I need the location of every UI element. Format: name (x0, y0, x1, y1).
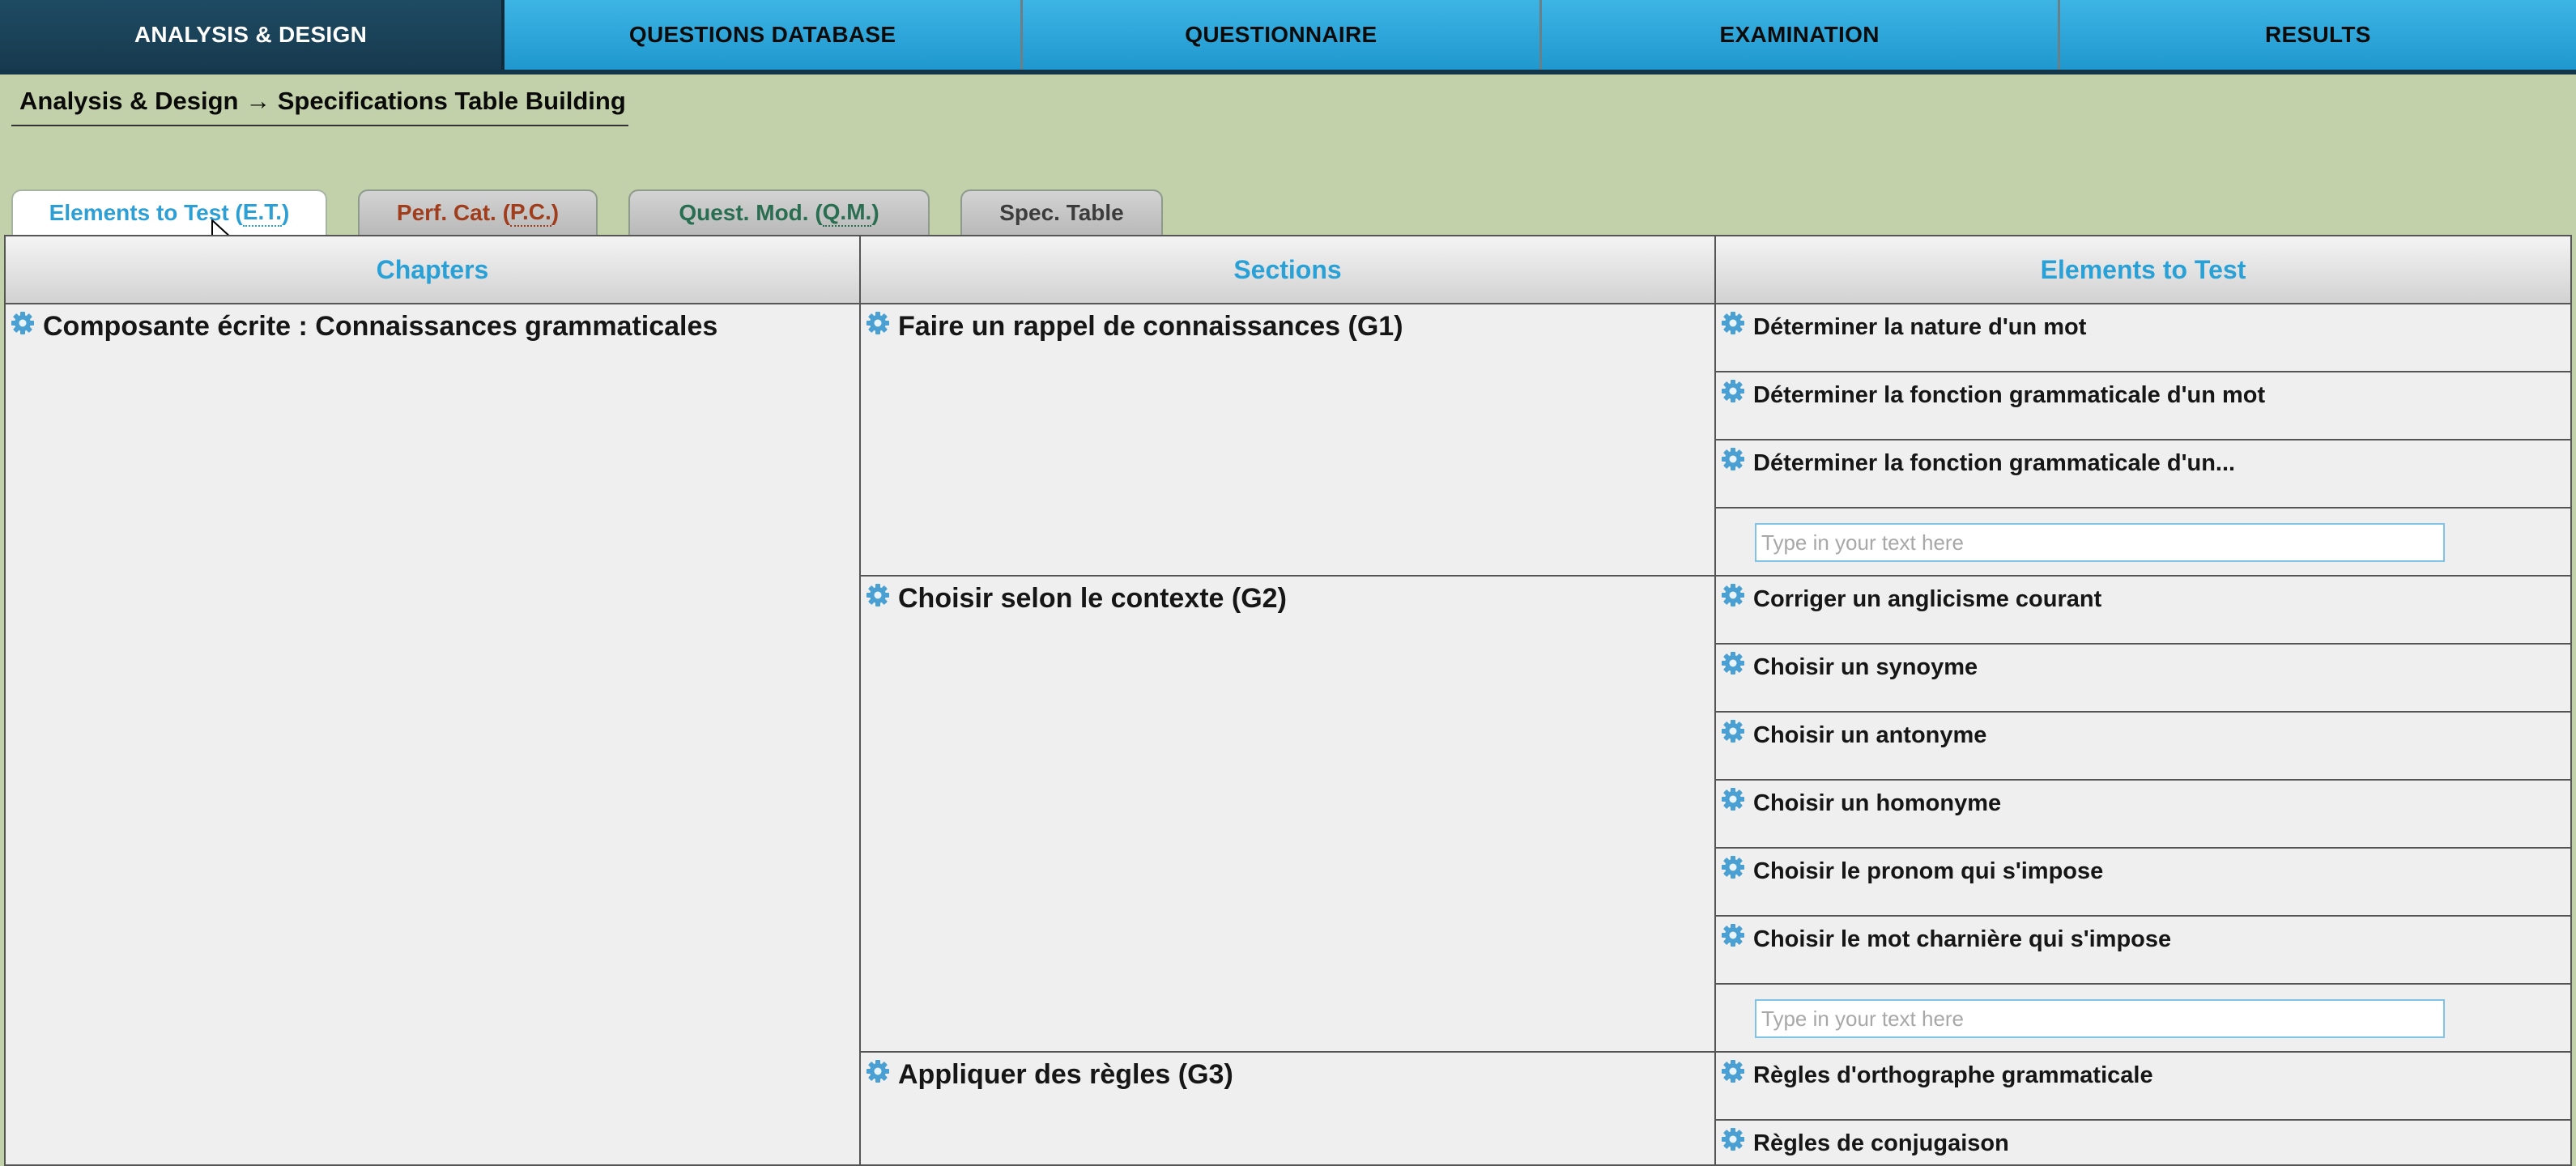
element-row[interactable]: Règles de conjugaison (1716, 1121, 2570, 1164)
nav-analysis-design[interactable]: ANALYSIS & DESIGN (0, 0, 505, 70)
element-label: Déterminer la nature d'un mot (1753, 314, 2087, 340)
element-row[interactable]: Déterminer la fonction grammaticale d'un… (1716, 372, 2570, 440)
new-element-input-g2[interactable] (1755, 999, 2445, 1038)
element-label: Choisir un synoyme (1753, 654, 1978, 680)
gear-icon[interactable] (866, 583, 890, 607)
new-element-input-g1[interactable] (1755, 523, 2445, 562)
tab-elements-to-test[interactable]: Elements to Test (E.T.) (11, 189, 327, 235)
element-label: Déterminer la fonction grammaticale d'un… (1753, 450, 2236, 476)
sub-tabs: Elements to Test (E.T.) Perf. Cat. (P.C.… (11, 189, 1194, 235)
new-element-row (1716, 985, 2570, 1053)
gear-icon[interactable] (1721, 1059, 1745, 1083)
header-chapters[interactable]: Chapters (6, 236, 861, 303)
gear-icon[interactable] (1721, 651, 1745, 675)
tab-abbr: Q.M. (822, 199, 872, 227)
tab-suffix: ) (282, 200, 290, 225)
header-sections[interactable]: Sections (861, 236, 1716, 303)
tab-spec-table[interactable]: Spec. Table (960, 189, 1163, 235)
section-item-g1[interactable]: Faire un rappel de connaissances (G1) (861, 304, 1714, 577)
gear-icon[interactable] (1721, 787, 1745, 811)
gear-icon[interactable] (1721, 1127, 1745, 1151)
section-label: Faire un rappel de connaissances (G1) (898, 311, 1403, 342)
top-navigation: ANALYSIS & DESIGN QUESTIONS DATABASE QUE… (0, 0, 2576, 74)
tab-suffix: ) (871, 200, 879, 225)
element-label: Corriger un anglicisme courant (1753, 586, 2102, 612)
nav-questions-database[interactable]: QUESTIONS DATABASE (505, 0, 1024, 70)
element-label: Règles de conjugaison (1753, 1130, 2009, 1156)
element-row[interactable]: Choisir un synoyme (1716, 645, 2570, 713)
tab-suffix: ) (551, 200, 560, 225)
nav-examination[interactable]: EXAMINATION (1541, 0, 2060, 70)
chapters-column: Composante écrite : Connaissances gramma… (6, 304, 861, 1164)
sections-column: Faire un rappel de connaissances (G1) Ch… (861, 304, 1716, 1164)
breadcrumb: Analysis & Design → Specifications Table… (11, 78, 628, 126)
element-label: Choisir un antonyme (1753, 722, 1987, 748)
element-row[interactable]: Règles d'orthographe grammaticale (1716, 1053, 2570, 1121)
gear-icon[interactable] (866, 1059, 890, 1083)
header-elements-to-test[interactable]: Elements to Test (1716, 236, 2570, 303)
table-header: Chapters Sections Elements to Test (6, 236, 2570, 304)
gear-icon[interactable] (866, 311, 890, 335)
element-label: Choisir le mot charnière qui s'impose (1753, 926, 2172, 952)
element-label: Choisir un homonyme (1753, 790, 2002, 816)
section-item-g2[interactable]: Choisir selon le contexte (G2) (861, 577, 1714, 1053)
section-label: Appliquer des règles (G3) (898, 1059, 1233, 1090)
tab-perf-cat[interactable]: Perf. Cat. (P.C.) (358, 189, 598, 235)
gear-icon[interactable] (1721, 311, 1745, 335)
element-row[interactable]: Choisir le mot charnière qui s'impose (1716, 917, 2570, 985)
gear-icon[interactable] (1721, 379, 1745, 403)
element-row[interactable]: Choisir un homonyme (1716, 781, 2570, 849)
breadcrumb-current: Specifications Table Building (277, 87, 626, 115)
tab-quest-mod[interactable]: Quest. Mod. (Q.M.) (628, 189, 930, 235)
new-element-row (1716, 509, 2570, 577)
gear-icon[interactable] (1721, 855, 1745, 879)
specifications-table: Chapters Sections Elements to Test Compo… (4, 235, 2572, 1166)
gear-icon[interactable] (11, 311, 35, 335)
section-label: Choisir selon le contexte (G2) (898, 583, 1287, 614)
element-row[interactable]: Corriger un anglicisme courant (1716, 577, 2570, 645)
element-row[interactable]: Déterminer la fonction grammaticale d'un… (1716, 440, 2570, 509)
gear-icon[interactable] (1721, 923, 1745, 947)
tab-abbr: P.C. (509, 199, 551, 227)
gear-icon[interactable] (1721, 447, 1745, 471)
breadcrumb-separator: → (238, 87, 278, 115)
tab-label: Quest. Mod. ( (679, 200, 823, 225)
chapter-label: Composante écrite : Connaissances gramma… (43, 311, 718, 342)
element-label: Déterminer la fonction grammaticale d'un… (1753, 382, 2266, 408)
element-row[interactable]: Choisir un antonyme (1716, 713, 2570, 781)
element-row[interactable]: Déterminer la nature d'un mot (1716, 304, 2570, 372)
nav-results[interactable]: RESULTS (2059, 0, 2576, 70)
gear-icon[interactable] (1721, 583, 1745, 607)
breadcrumb-parent[interactable]: Analysis & Design (19, 87, 238, 116)
tab-label: Perf. Cat. ( (396, 200, 510, 225)
section-item-g3[interactable]: Appliquer des règles (G3) (861, 1053, 1714, 1164)
tab-label: Spec. Table (999, 200, 1124, 225)
tab-abbr: E.T. (242, 199, 282, 227)
element-row[interactable]: Choisir le pronom qui s'impose (1716, 849, 2570, 917)
nav-questionnaire[interactable]: QUESTIONNAIRE (1023, 0, 1542, 70)
elements-column: Déterminer la nature d'un mot Déterminer… (1716, 304, 2570, 1164)
element-label: Règles d'orthographe grammaticale (1753, 1062, 2153, 1088)
gear-icon[interactable] (1721, 719, 1745, 743)
element-label: Choisir le pronom qui s'impose (1753, 858, 2104, 884)
